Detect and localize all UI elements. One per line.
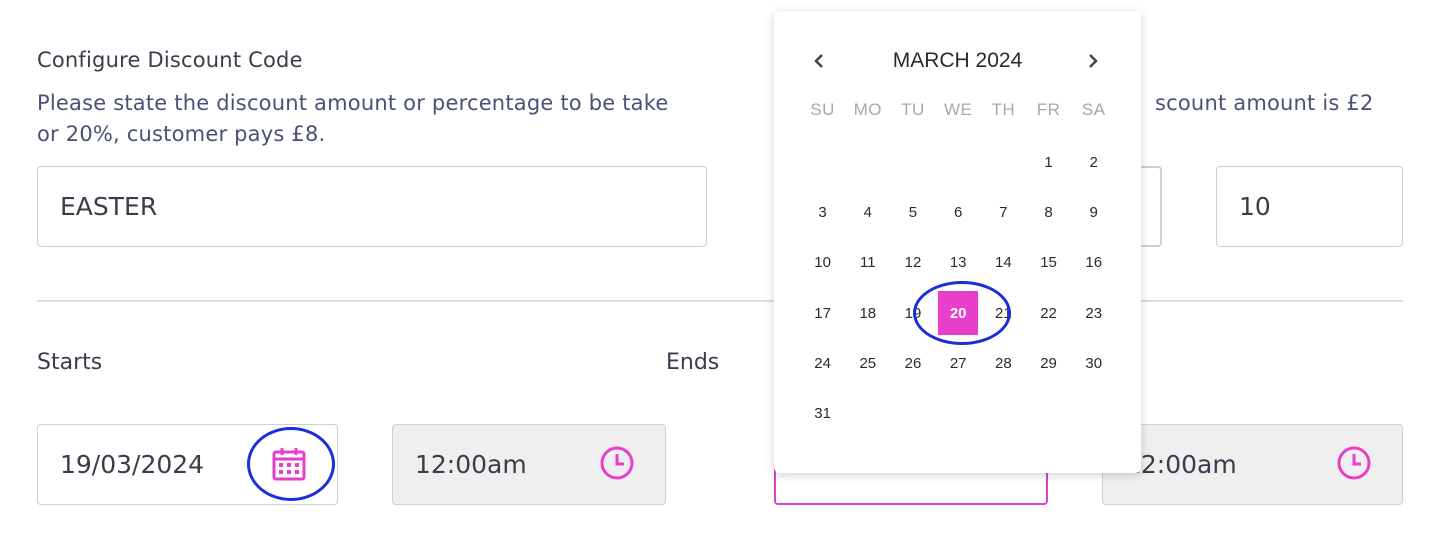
start-date-value: 19/03/2024: [60, 450, 205, 479]
day-cell[interactable]: 12: [890, 238, 935, 288]
day-cell[interactable]: 31: [800, 388, 845, 438]
day-number: 27: [949, 354, 967, 372]
section-divider: [37, 300, 1403, 302]
day-number: 29: [1040, 354, 1057, 372]
day-number: 5: [908, 203, 918, 221]
day-number: 22: [1040, 304, 1057, 322]
day-number: 30: [1085, 354, 1103, 372]
day-cell[interactable]: 10: [800, 238, 845, 288]
day-number: 14: [995, 254, 1012, 272]
clock-icon[interactable]: [598, 444, 636, 482]
day-cell[interactable]: 17: [800, 288, 845, 338]
empty-day-cell: [981, 137, 1026, 187]
day-cell[interactable]: 13: [936, 238, 981, 288]
day-number: 28: [995, 354, 1012, 372]
day-cell[interactable]: 6: [936, 187, 981, 237]
day-number: 19: [904, 304, 922, 322]
discount-amount-input[interactable]: 10: [1216, 166, 1403, 247]
weekday-header: SU: [810, 100, 835, 119]
empty-day-cell: [936, 137, 981, 187]
weekday-header: TU: [901, 100, 925, 119]
ends-label: Ends: [666, 350, 720, 375]
datepicker-header: MARCH 2024: [774, 45, 1141, 77]
day-cell[interactable]: 23: [1071, 288, 1116, 338]
day-cell[interactable]: 25: [845, 338, 890, 388]
day-number: 26: [904, 354, 922, 372]
end-time-value: 12:00am: [1125, 450, 1237, 479]
weekday-header: SA: [1081, 100, 1106, 119]
day-cell[interactable]: 18: [845, 288, 890, 338]
datepicker-weekdays: SU MO TU WE TH FR SA: [800, 100, 1116, 120]
day-number: 17: [814, 304, 831, 322]
day-cell[interactable]: 1: [1026, 137, 1071, 187]
day-number: 7: [999, 203, 1008, 221]
weekday-header: TH: [991, 100, 1016, 119]
day-number: 24: [814, 354, 831, 372]
day-number: 3: [818, 203, 827, 221]
day-selected[interactable]: 20: [936, 288, 981, 338]
day-cell[interactable]: 24: [800, 338, 845, 388]
day-cell[interactable]: 9: [1071, 187, 1116, 237]
day-cell[interactable]: 22: [1026, 288, 1071, 338]
help-text-b: scount amount is £2: [1155, 91, 1374, 115]
day-cell[interactable]: 16: [1071, 238, 1116, 288]
empty-day-cell: [800, 137, 845, 187]
day-cell[interactable]: 5: [890, 187, 935, 237]
weekday-header: MO: [853, 100, 882, 119]
day-number: 20: [938, 291, 979, 336]
day-number: 13: [949, 254, 967, 272]
weekday-header: WE: [943, 100, 973, 119]
day-cell[interactable]: 26: [890, 338, 935, 388]
weekday-header: FR: [1036, 100, 1061, 119]
day-cell[interactable]: 14: [981, 238, 1026, 288]
day-cell[interactable]: 7: [981, 187, 1026, 237]
day-cell[interactable]: 4: [845, 187, 890, 237]
day-number: 16: [1085, 254, 1103, 272]
day-cell[interactable]: 30: [1071, 338, 1116, 388]
day-cell[interactable]: 11: [845, 238, 890, 288]
day-cell[interactable]: 21: [981, 288, 1026, 338]
day-cell[interactable]: 28: [981, 338, 1026, 388]
section-title: Configure Discount Code: [37, 48, 303, 72]
day-cell[interactable]: 27: [936, 338, 981, 388]
day-number: 4: [863, 203, 872, 221]
day-cell[interactable]: 8: [1026, 187, 1071, 237]
clock-icon[interactable]: [1335, 444, 1373, 482]
day-number: 8: [1044, 203, 1053, 221]
calendar-icon[interactable]: [270, 444, 308, 484]
day-number: 1: [1044, 153, 1053, 171]
day-number: 6: [953, 203, 963, 221]
day-number: 21: [995, 304, 1012, 322]
help-text-c: or 20%, customer pays £8.: [37, 122, 326, 146]
day-number: 25: [859, 354, 877, 372]
day-number: 18: [859, 304, 877, 322]
discount-code-value: EASTER: [60, 192, 158, 221]
day-number: 23: [1085, 304, 1103, 322]
day-cell[interactable]: 2: [1071, 137, 1116, 187]
day-number: 11: [859, 254, 876, 272]
day-number: 12: [904, 254, 922, 272]
discount-amount-value: 10: [1239, 192, 1271, 221]
day-number: 10: [814, 254, 831, 272]
empty-day-cell: [890, 137, 935, 187]
day-number: 15: [1040, 254, 1057, 272]
day-cell[interactable]: 19: [890, 288, 935, 338]
datepicker-popup: MARCH 2024 SU MO TU WE TH FR SA 1 2 3 4 5 6 7 8 9 10 11 1…: [774, 11, 1141, 473]
empty-day-cell: [845, 137, 890, 187]
day-cell[interactable]: 15: [1026, 238, 1071, 288]
day-number: 31: [814, 405, 831, 423]
day-cell[interactable]: 3: [800, 187, 845, 237]
starts-label: Starts: [37, 350, 103, 375]
datepicker-day-grid: 1 2 3 4 5 6 7 8 9 10 11 12 13 14 15 16 17 18 19 20 21 22 23 24 2…: [800, 137, 1116, 439]
discount-code-input[interactable]: EASTER: [37, 166, 707, 247]
start-time-value: 12:00am: [415, 450, 527, 479]
day-number: 2: [1089, 153, 1098, 171]
chevron-right-icon[interactable]: [1081, 48, 1105, 74]
day-cell[interactable]: 29: [1026, 338, 1071, 388]
day-number: 9: [1089, 203, 1098, 221]
